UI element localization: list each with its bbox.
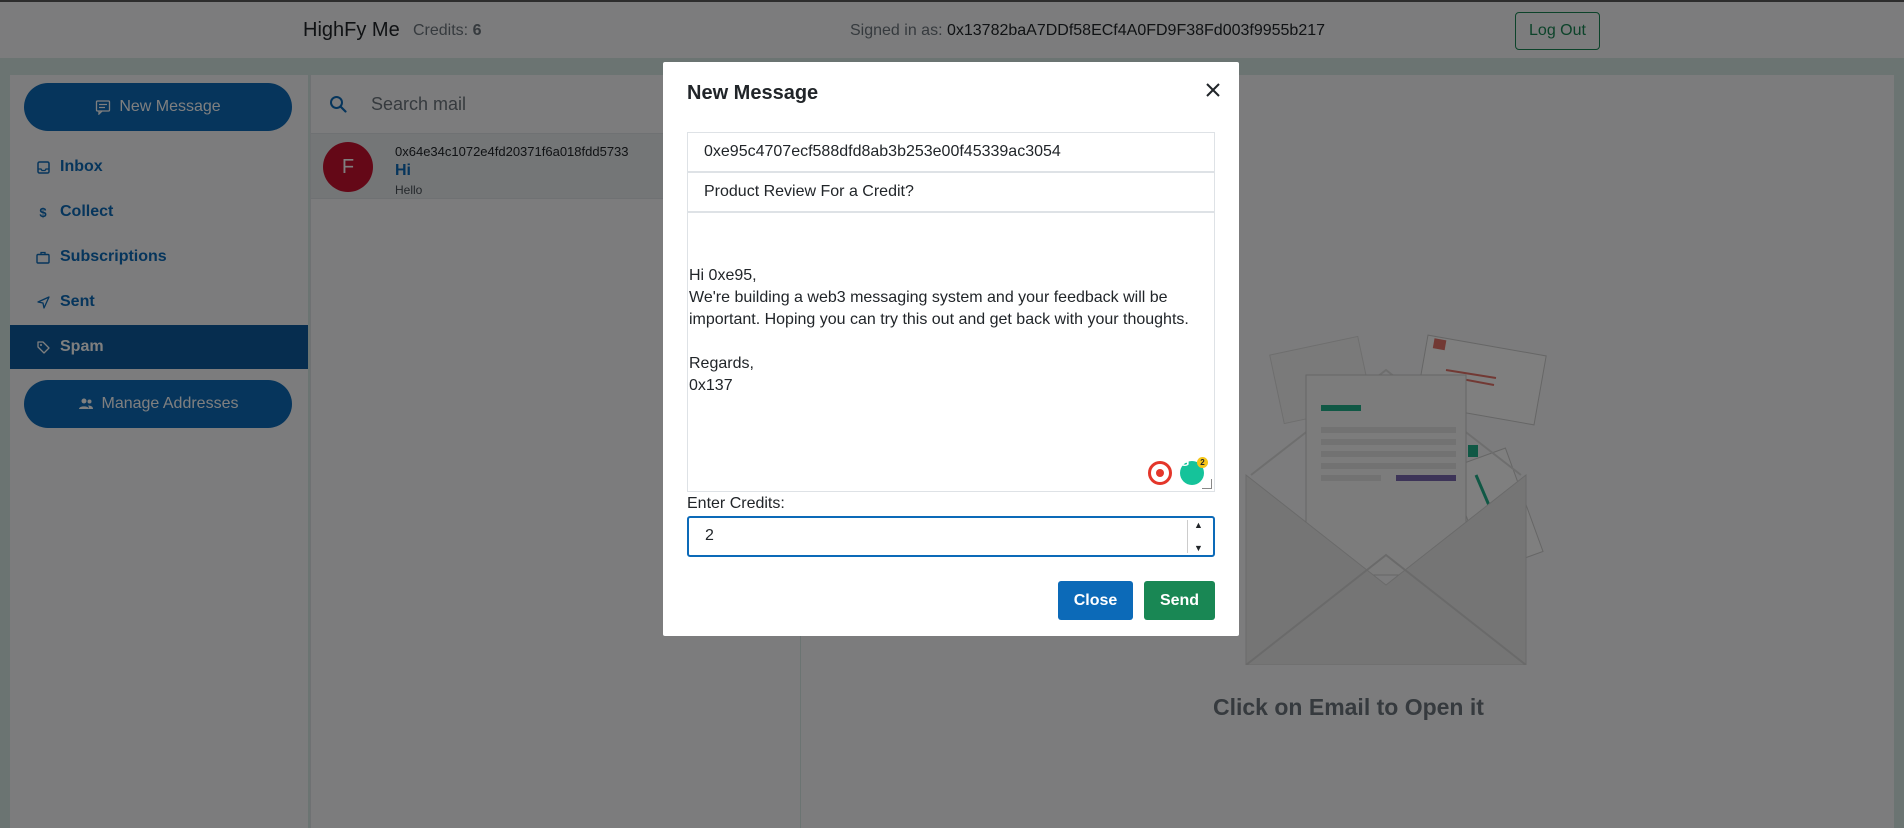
send-button[interactable]: Send [1144,581,1215,620]
message-body-textarea[interactable]: Hi 0xe95, We're building a web3 messagin… [687,212,1215,492]
subject-field[interactable]: Product Review For a Credit? [687,172,1215,212]
target-icon[interactable] [1148,461,1172,485]
modal-title: New Message [687,82,819,104]
chevron-up-icon[interactable]: ▲ [1194,520,1203,530]
credits-input-value: 2 [705,527,714,544]
close-icon[interactable] [1201,78,1225,102]
credits-input[interactable]: 2 ▲ ▼ [687,516,1215,557]
grammarly-badge: 2 [1197,457,1208,468]
recipient-field[interactable]: 0xe95c4707ecf588dfd8ab3b253e00f45339ac30… [687,132,1215,172]
grammarly-icon[interactable]: G 2 [1180,455,1208,485]
chevron-down-icon[interactable]: ▼ [1194,543,1203,553]
new-message-modal: New Message 0xe95c4707ecf588dfd8ab3b253e… [663,62,1239,636]
quantity-stepper[interactable]: ▲ ▼ [1187,520,1209,553]
close-button[interactable]: Close [1058,581,1133,620]
message-body-text: Hi 0xe95, We're building a web3 messagin… [689,267,1189,394]
credits-input-label: Enter Credits: [687,495,785,512]
writing-assistant-icons: G 2 [1148,455,1208,485]
resize-handle[interactable] [1202,479,1212,489]
